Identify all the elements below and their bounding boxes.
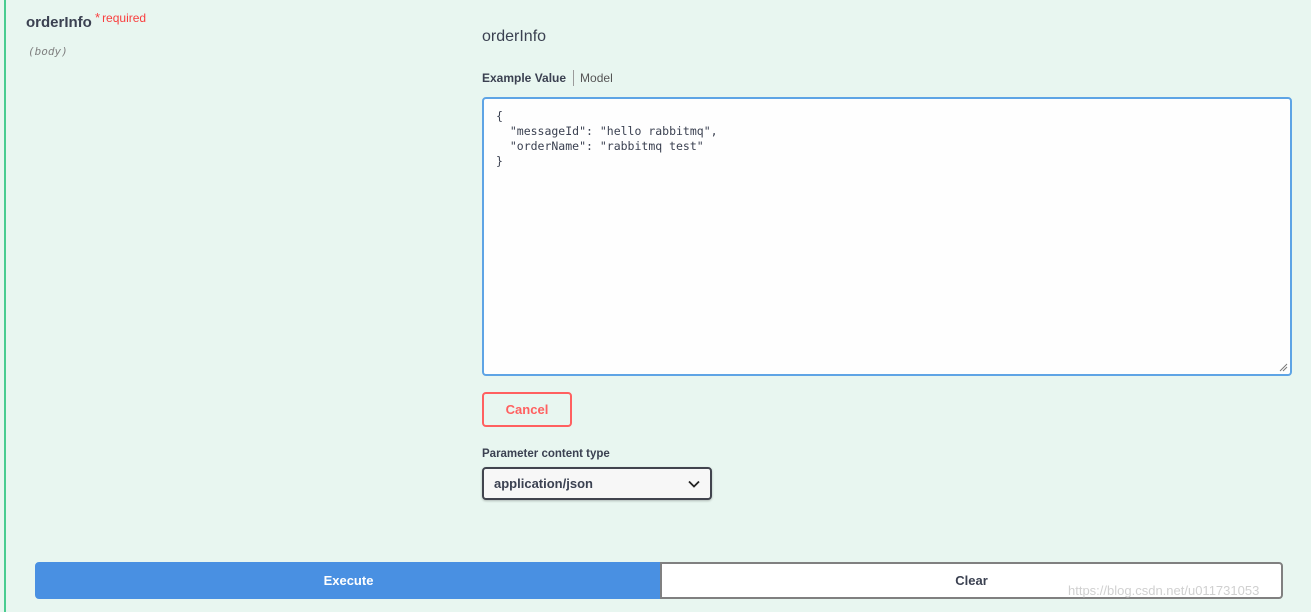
required-star: * <box>95 10 101 25</box>
tab-model[interactable]: Model <box>574 71 613 85</box>
section-accent-border <box>4 0 6 612</box>
parameter-name: orderInfo <box>26 14 92 31</box>
body-title: orderInfo <box>482 28 547 45</box>
required-label: required <box>102 11 147 25</box>
required-indicator: * required <box>95 10 146 25</box>
chevron-down-icon <box>688 480 700 488</box>
parameter-panel: orderInfo * required (body) orderInfo Exa… <box>0 0 1311 612</box>
tab-example-value[interactable]: Example Value <box>482 71 573 85</box>
example-tabs: Example Value Model <box>482 70 613 86</box>
parameter-location: (body) <box>28 45 68 58</box>
watermark: https://blog.csdn.net/u011731053 <box>1068 583 1260 598</box>
resize-handle-icon[interactable] <box>1278 362 1288 372</box>
execute-button[interactable]: Execute <box>35 562 662 599</box>
content-type-label: Parameter content type <box>482 448 610 460</box>
cancel-button[interactable]: Cancel <box>482 392 572 427</box>
content-type-value: application/json <box>494 476 593 491</box>
content-type-select[interactable]: application/json <box>482 467 712 500</box>
request-body-editor[interactable]: { "messageId": "hello rabbitmq", "orderN… <box>482 97 1292 376</box>
request-body-text[interactable]: { "messageId": "hello rabbitmq", "orderN… <box>484 99 1290 169</box>
